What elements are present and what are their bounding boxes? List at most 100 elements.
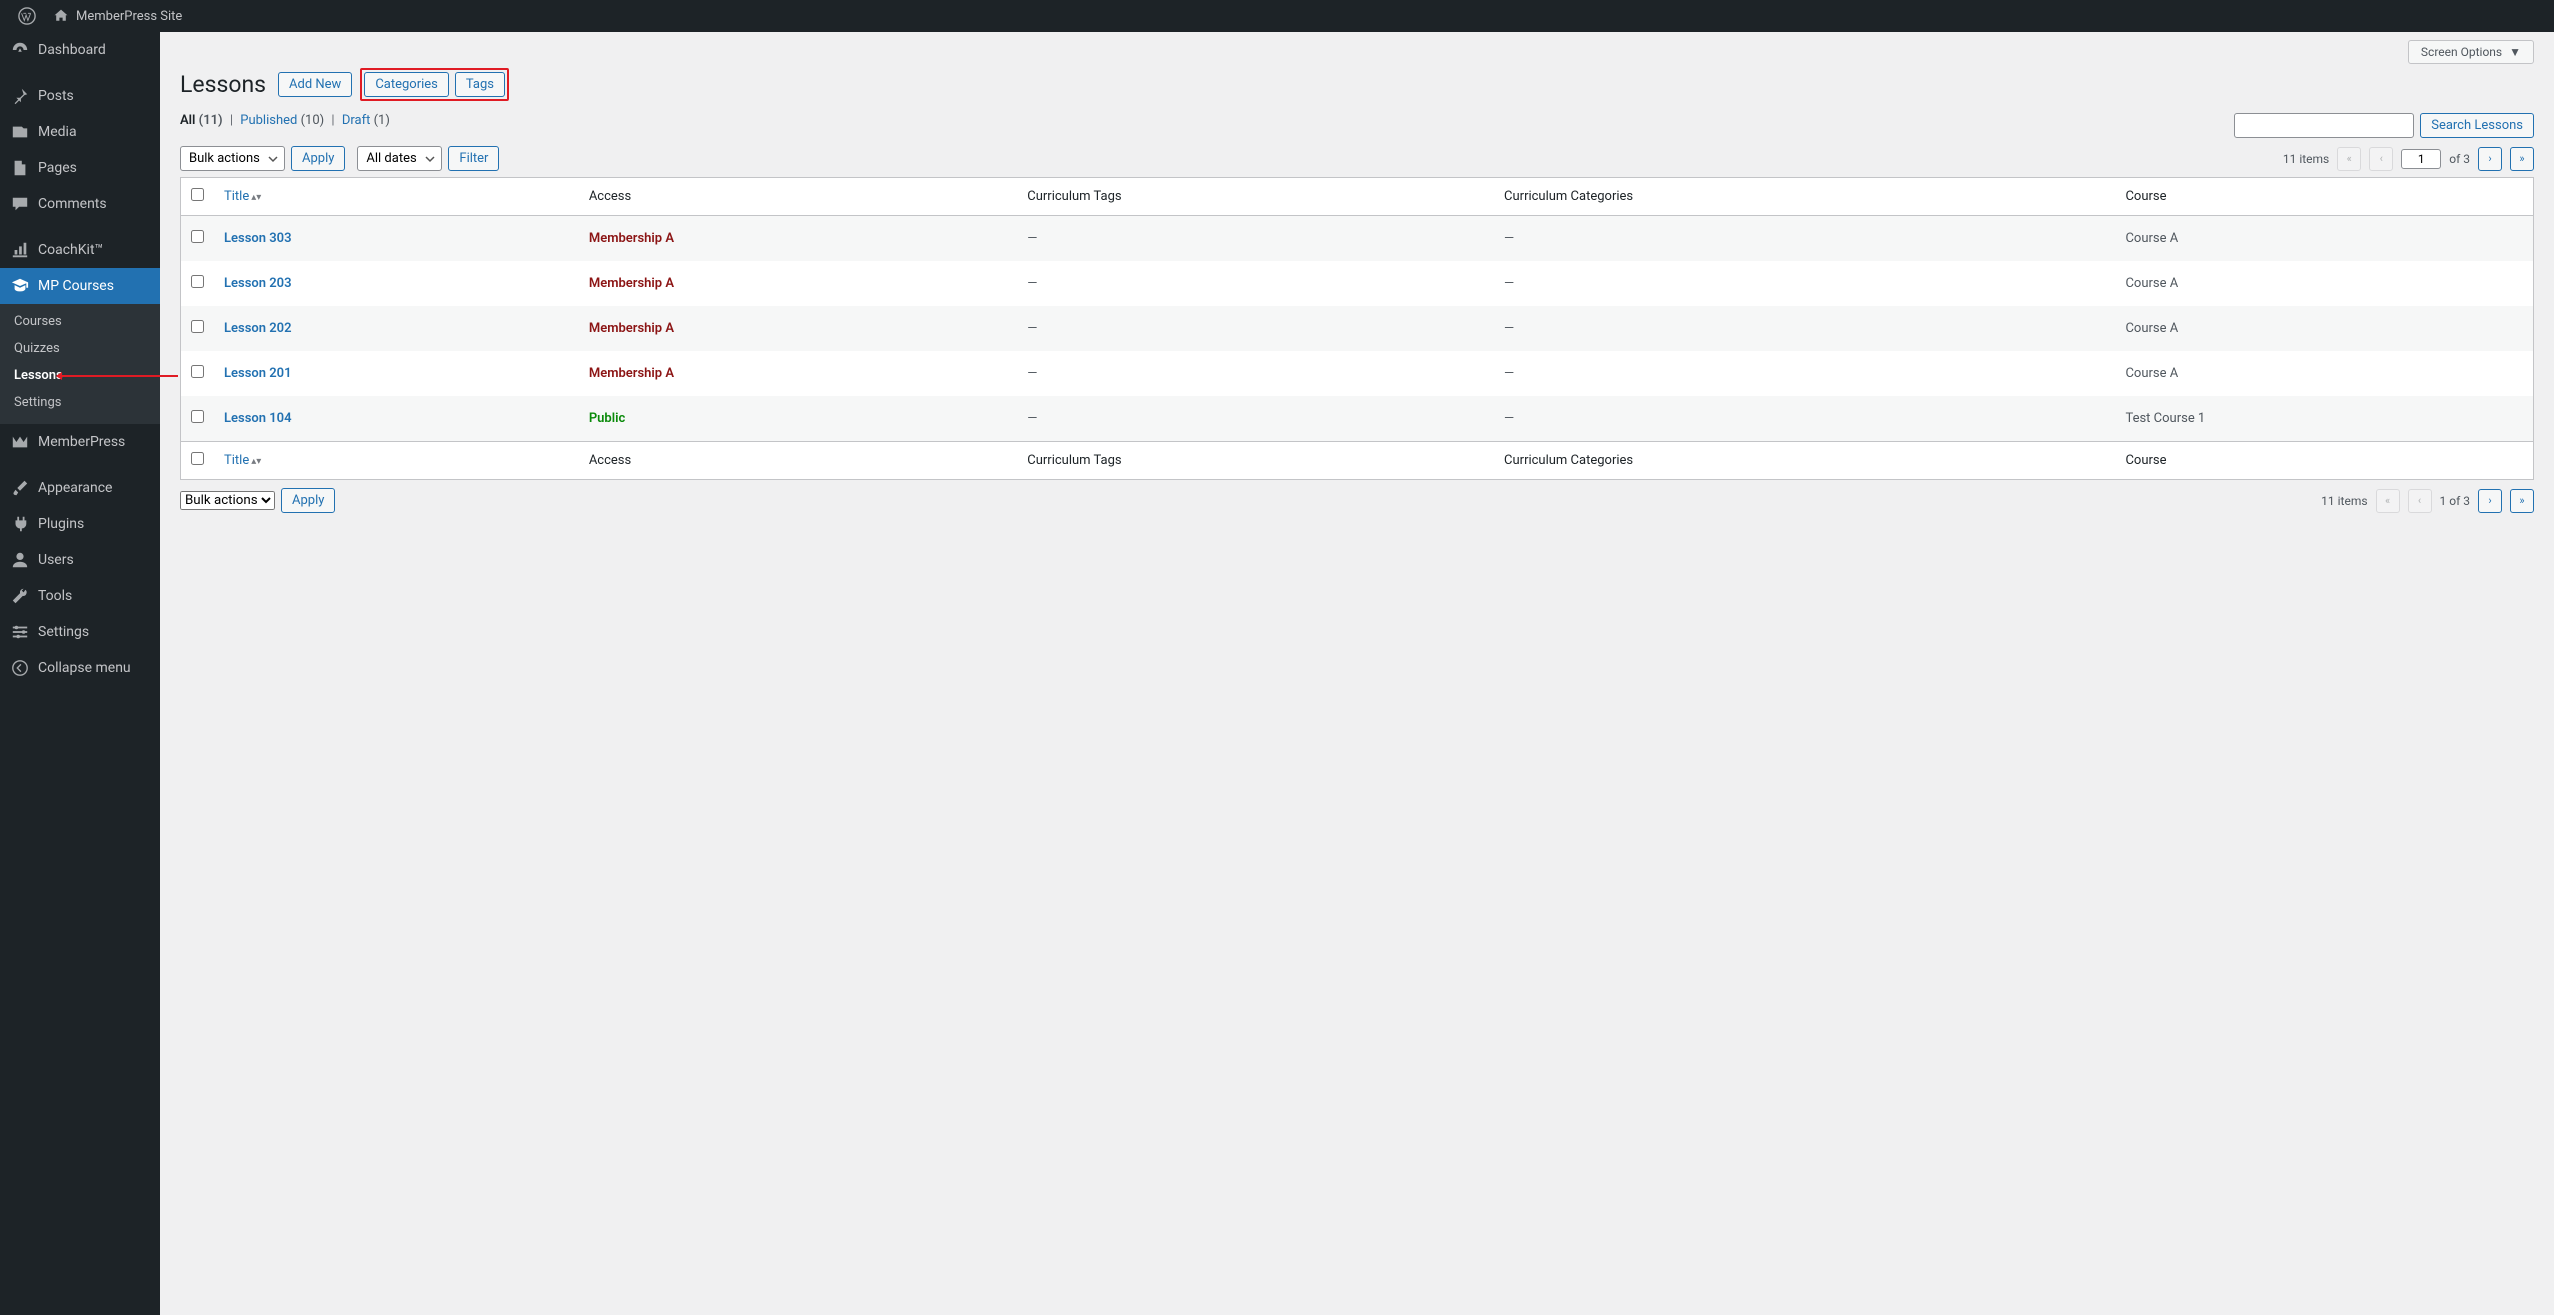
select-all-checkbox-footer[interactable]: [191, 452, 204, 465]
cats-value: —: [1494, 216, 2115, 262]
sidebar-item-users[interactable]: Users: [0, 542, 160, 578]
search-button[interactable]: Search Lessons: [2420, 113, 2534, 138]
sidebar-label: Plugins: [38, 516, 84, 532]
tags-value: —: [1017, 306, 1494, 351]
select-all-checkbox[interactable]: [191, 188, 204, 201]
last-page-button[interactable]: »: [2510, 147, 2534, 171]
lesson-title-link[interactable]: Lesson 303: [224, 231, 292, 246]
course-value: Course A: [2115, 216, 2533, 262]
apply-button-bottom[interactable]: Apply: [281, 488, 335, 513]
wp-logo[interactable]: [10, 0, 44, 32]
sidebar-item-comments[interactable]: Comments: [0, 186, 160, 222]
row-checkbox[interactable]: [191, 320, 204, 333]
sidebar-item-settings[interactable]: Settings: [0, 614, 160, 650]
tags-value: —: [1017, 261, 1494, 306]
filter-draft[interactable]: Draft (1): [342, 113, 390, 128]
admin-sidebar: Dashboard Posts Media Pages Comments Coa…: [0, 32, 160, 1315]
lesson-title-link[interactable]: Lesson 203: [224, 276, 292, 291]
sidebar-item-media[interactable]: Media: [0, 114, 160, 150]
access-value: Membership A: [589, 231, 674, 246]
pages-icon: [10, 158, 30, 178]
row-checkbox[interactable]: [191, 365, 204, 378]
prev-page-button[interactable]: ‹: [2369, 147, 2393, 171]
wordpress-icon: [18, 7, 36, 25]
sidebar-item-plugins[interactable]: Plugins: [0, 506, 160, 542]
access-value: Membership A: [589, 321, 674, 336]
add-new-button[interactable]: Add New: [278, 72, 352, 97]
sidebar-item-mp-courses[interactable]: MP Courses: [0, 268, 160, 304]
lessons-table: Title▴▾ Access Curriculum Tags Curriculu…: [180, 177, 2534, 480]
apply-button[interactable]: Apply: [291, 146, 345, 171]
screen-options-button[interactable]: Screen Options ▼: [2408, 40, 2534, 64]
sidebar-item-collapse[interactable]: Collapse menu: [0, 650, 160, 686]
sidebar-submenu: Courses Quizzes Lessons Settings: [0, 304, 160, 424]
sidebar-label: Dashboard: [38, 42, 106, 58]
sidebar-item-dashboard[interactable]: Dashboard: [0, 32, 160, 68]
lesson-title-link[interactable]: Lesson 201: [224, 366, 292, 381]
submenu-item-lessons[interactable]: Lessons: [0, 362, 160, 389]
home-icon: [52, 7, 70, 25]
categories-button[interactable]: Categories: [364, 72, 449, 97]
bulk-actions-select-bottom[interactable]: Bulk actions: [180, 491, 275, 510]
chevron-down-icon: ▼: [2509, 45, 2521, 59]
search-input[interactable]: [2234, 113, 2414, 138]
bulk-actions-select[interactable]: Bulk actions: [180, 146, 285, 171]
first-page-button-bottom[interactable]: «: [2376, 489, 2400, 513]
tags-value: —: [1017, 351, 1494, 396]
sidebar-label: MemberPress: [38, 434, 125, 450]
sidebar-label: Appearance: [38, 480, 112, 496]
chart-icon: [10, 240, 30, 260]
page-input[interactable]: [2401, 149, 2441, 169]
sidebar-label: Posts: [38, 88, 74, 104]
tags-button[interactable]: Tags: [455, 72, 505, 97]
submenu-item-quizzes[interactable]: Quizzes: [0, 335, 160, 362]
sidebar-item-tools[interactable]: Tools: [0, 578, 160, 614]
media-icon: [10, 122, 30, 142]
brush-icon: [10, 478, 30, 498]
row-checkbox[interactable]: [191, 275, 204, 288]
sidebar-item-memberpress[interactable]: MemberPress: [0, 424, 160, 460]
sort-icon: ▴▾: [251, 456, 261, 467]
search-box: Search Lessons: [2234, 113, 2534, 138]
tags-value: —: [1017, 396, 1494, 442]
next-page-button-bottom[interactable]: ›: [2478, 489, 2502, 513]
site-home-link[interactable]: MemberPress Site: [44, 0, 190, 32]
lesson-title-link[interactable]: Lesson 104: [224, 411, 292, 426]
submenu-item-settings[interactable]: Settings: [0, 389, 160, 416]
page-header: Lessons Add New Categories Tags: [180, 68, 2534, 101]
lesson-title-link[interactable]: Lesson 202: [224, 321, 292, 336]
col-categories-footer: Curriculum Categories: [1494, 442, 2115, 480]
filter-all[interactable]: All (11): [180, 113, 223, 128]
site-name: MemberPress Site: [76, 9, 182, 24]
sidebar-item-appearance[interactable]: Appearance: [0, 470, 160, 506]
filter-button[interactable]: Filter: [448, 146, 499, 171]
sidebar-label: Settings: [38, 624, 89, 640]
table-row: Lesson 202Membership A——Course A: [181, 306, 2534, 351]
table-row: Lesson 104Public——Test Course 1: [181, 396, 2534, 442]
page-of-total: of 3: [2449, 152, 2470, 166]
sidebar-label: CoachKit™: [38, 242, 103, 258]
sidebar-item-coachkit[interactable]: CoachKit™: [0, 232, 160, 268]
access-value: Membership A: [589, 276, 674, 291]
wrench-icon: [10, 586, 30, 606]
page-title: Lessons: [180, 71, 266, 98]
date-filter-select[interactable]: All dates: [357, 146, 442, 171]
course-value: Course A: [2115, 351, 2533, 396]
sort-icon: ▴▾: [251, 192, 261, 203]
first-page-button[interactable]: «: [2337, 147, 2361, 171]
filter-published[interactable]: Published (10): [240, 113, 324, 128]
last-page-button-bottom[interactable]: »: [2510, 489, 2534, 513]
sidebar-item-pages[interactable]: Pages: [0, 150, 160, 186]
sidebar-label: Pages: [38, 160, 77, 176]
submenu-item-courses[interactable]: Courses: [0, 308, 160, 335]
sidebar-item-posts[interactable]: Posts: [0, 78, 160, 114]
prev-page-button-bottom[interactable]: ‹: [2408, 489, 2432, 513]
page-of-total-bottom: 1 of 3: [2440, 494, 2470, 508]
col-title-footer[interactable]: Title▴▾: [214, 442, 579, 480]
col-title[interactable]: Title▴▾: [214, 178, 579, 216]
status-filters: All (11) | Published (10) | Draft (1): [180, 113, 390, 128]
row-checkbox[interactable]: [191, 230, 204, 243]
col-tags: Curriculum Tags: [1017, 178, 1494, 216]
row-checkbox[interactable]: [191, 410, 204, 423]
next-page-button[interactable]: ›: [2478, 147, 2502, 171]
